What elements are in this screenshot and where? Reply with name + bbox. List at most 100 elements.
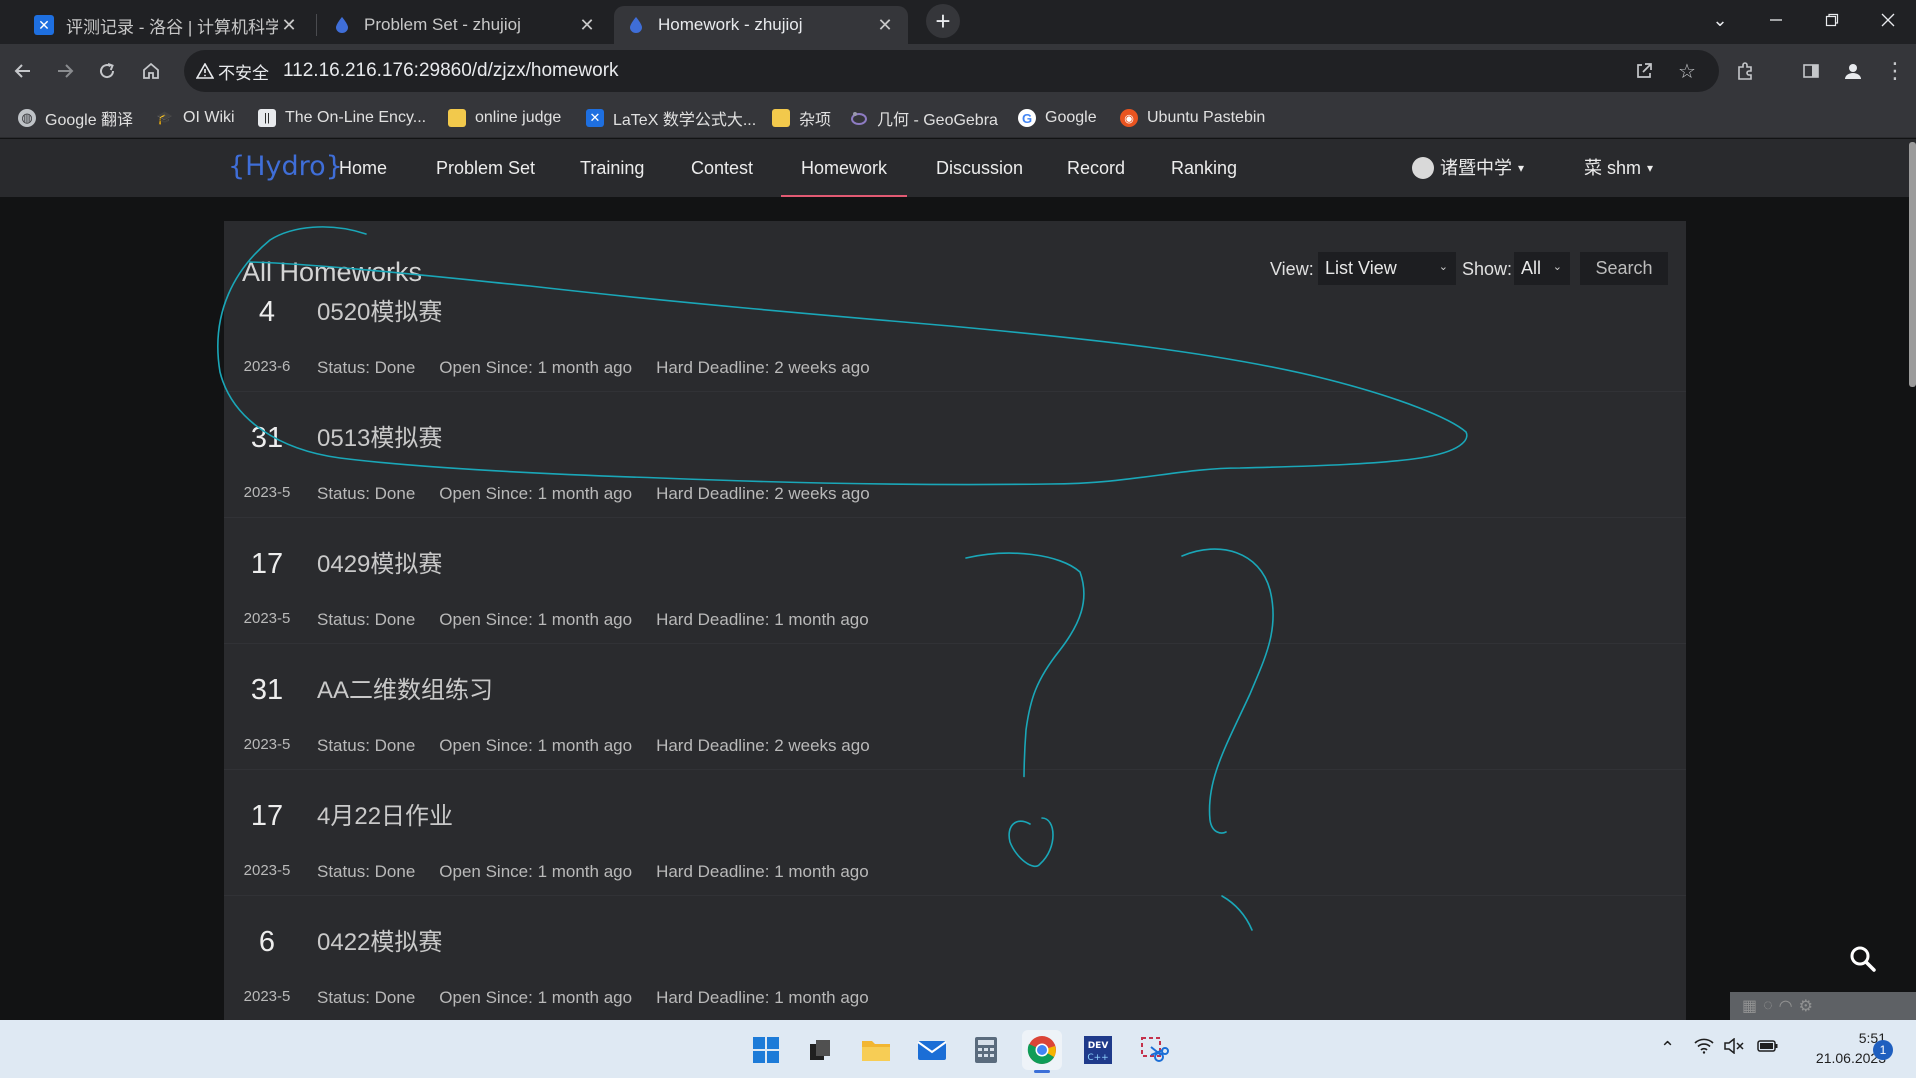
side-panel-icon[interactable] [1794, 54, 1828, 88]
ubuntu-icon: ◉ [1120, 109, 1138, 127]
homework-title-link[interactable]: 0422模拟赛 [317, 922, 442, 957]
reload-icon[interactable] [90, 54, 124, 88]
homework-list-card: All Homeworks View: List View ⌄ Show: Al… [224, 221, 1686, 1021]
close-window-icon[interactable] [1860, 0, 1916, 40]
snipping-tool-icon[interactable] [1134, 1030, 1174, 1070]
battery-icon[interactable] [1756, 1038, 1780, 1059]
bookmark-ubuntu-pastebin[interactable]: ◉ Ubuntu Pastebin [1120, 106, 1265, 130]
graduation-cap-icon: 🎓 [156, 110, 174, 125]
deadline-text: Hard Deadline: 1 month ago [656, 610, 869, 629]
globe-icon: ◍ [18, 109, 36, 127]
homework-row[interactable]: 17 2023-5 0429模拟赛 Status: Done Open Sinc… [224, 518, 1686, 644]
bookmark-folder-misc[interactable]: 杂项 [772, 106, 831, 130]
user-menu[interactable]: 菜 shm ▾ [1584, 139, 1653, 197]
url-text[interactable]: 112.16.216.176:29860/d/zjzx/homework [283, 60, 619, 82]
wifi-icon[interactable] [1694, 1038, 1714, 1059]
nav-ranking[interactable]: Ranking [1171, 139, 1237, 197]
not-secure-indicator[interactable]: 不安全 [196, 59, 269, 84]
homework-row[interactable]: 31 2023-5 0513模拟赛 Status: Done Open Sinc… [224, 392, 1686, 518]
homework-title-link[interactable]: AA二维数组练习 [317, 670, 493, 705]
chevron-down-icon: ▾ [1647, 161, 1654, 175]
bookmark-google-translate[interactable]: ◍ Google 翻译 [18, 106, 133, 130]
open-since-text: Open Since: 1 month ago [439, 610, 633, 629]
bookmark-oi-wiki[interactable]: 🎓 OI Wiki [156, 106, 235, 130]
volume-muted-icon[interactable] [1724, 1037, 1746, 1059]
ime-mode-icon[interactable]: ◌ [1763, 997, 1773, 1015]
browser-tab[interactable]: ✕ 评测记录 - 洛谷 | 计算机科学教 ✕ [22, 6, 312, 44]
back-icon[interactable] [6, 54, 40, 88]
bookmark-label: Google 翻译 [45, 112, 134, 129]
domain-switcher[interactable]: 诸暨中学 ▾ [1412, 139, 1524, 197]
browser-tab-active[interactable]: Homework - zhujioj ✕ [614, 6, 908, 44]
bookmark-geogebra[interactable]: 几何 - GeoGebra [850, 106, 998, 130]
ime-settings-icon[interactable]: ⚙ [1799, 996, 1813, 1016]
new-tab-button[interactable]: + [926, 4, 960, 38]
nav-homework[interactable]: Homework [780, 139, 908, 198]
browser-tab-strip: ✕ 评测记录 - 洛谷 | 计算机科学教 ✕ Problem Set - zhu… [0, 0, 1916, 44]
extensions-icon[interactable] [1728, 54, 1762, 88]
profile-icon[interactable] [1836, 54, 1870, 88]
calculator-icon[interactable] [966, 1030, 1006, 1070]
share-icon[interactable] [1627, 54, 1661, 88]
task-view-icon[interactable] [800, 1030, 840, 1070]
domain-avatar-icon [1412, 157, 1434, 179]
homework-meta: Status: Done Open Since: 1 month ago Har… [317, 862, 869, 882]
hydro-logo[interactable]: {Hydro} [228, 151, 343, 182]
homework-row[interactable]: 31 2023-5 AA二维数组练习 Status: Done Open Sin… [224, 644, 1686, 770]
homework-title-link[interactable]: 0513模拟赛 [317, 418, 442, 453]
ime-grid-icon[interactable]: ▦ [1742, 996, 1757, 1016]
bookmark-label: 杂项 [799, 112, 832, 129]
forward-icon[interactable] [48, 54, 82, 88]
ime-punctuation-icon[interactable]: ◠ [1779, 996, 1793, 1016]
domain-name: 诸暨中学 [1440, 158, 1512, 178]
system-clock[interactable]: 5:51 21.06.2023 [1790, 1028, 1886, 1068]
tab-title: 评测记录 - 洛谷 | 计算机科学教 [66, 17, 278, 37]
browser-tab[interactable]: Problem Set - zhujioj ✕ [320, 6, 610, 44]
homework-title-link[interactable]: 0429模拟赛 [317, 544, 442, 579]
homework-row[interactable]: 17 2023-5 4月22日作业 Status: Done Open Sinc… [224, 770, 1686, 896]
google-icon: G [1018, 109, 1036, 127]
luogu-icon: ✕ [586, 109, 604, 127]
close-tab-icon[interactable]: ✕ [278, 15, 300, 36]
search-icon[interactable] [1846, 942, 1880, 976]
bookmark-latex[interactable]: ✕ LaTeX 数学公式大... [586, 106, 756, 130]
homework-title-link[interactable]: 0520模拟赛 [317, 292, 442, 327]
nav-home[interactable]: Home [339, 139, 387, 197]
kebab-menu-icon[interactable]: ⋮ [1878, 54, 1912, 88]
bookmark-google[interactable]: G Google [1018, 106, 1097, 130]
tab-search-chevron-icon[interactable]: ⌄ [1692, 0, 1748, 40]
folder-icon [772, 109, 790, 127]
page-scrollbar[interactable] [1909, 142, 1916, 387]
address-bar[interactable]: 不安全 112.16.216.176:29860/d/zjzx/homework… [184, 50, 1719, 92]
nav-problem-set[interactable]: Problem Set [436, 139, 535, 197]
homework-row[interactable]: 6 2023-5 0422模拟赛 Status: Done Open Since… [224, 896, 1686, 1021]
open-since-text: Open Since: 1 month ago [439, 736, 633, 755]
minimize-icon[interactable] [1748, 0, 1804, 40]
open-since-text: Open Since: 1 month ago [439, 358, 633, 377]
close-tab-icon[interactable]: ✕ [576, 15, 598, 36]
ime-toolbar[interactable]: ▦ ◌ ◠ ⚙ [1730, 992, 1916, 1020]
homework-row[interactable]: 4 2023-6 0520模拟赛 Status: Done Open Since… [224, 266, 1686, 392]
bookmark-oeis[interactable]: || The On-Line Ency... [258, 106, 426, 130]
homework-title-link[interactable]: 4月22日作业 [317, 796, 453, 831]
nav-training[interactable]: Training [580, 139, 644, 197]
status-text: Status: Done [317, 736, 416, 755]
bookmark-folder-online-judge[interactable]: online judge [448, 106, 561, 130]
dev-cpp-icon[interactable]: DEV C++ [1078, 1030, 1118, 1070]
clock-date: 21.06.2023 [1815, 1050, 1886, 1066]
bookmark-star-icon[interactable]: ☆ [1670, 54, 1704, 88]
nav-contest[interactable]: Contest [691, 139, 753, 197]
notification-badge[interactable]: 1 [1873, 1040, 1893, 1060]
nav-record[interactable]: Record [1067, 139, 1125, 197]
windows-start-icon[interactable] [746, 1030, 786, 1070]
restore-icon[interactable] [1804, 0, 1860, 40]
nav-discussion[interactable]: Discussion [936, 139, 1023, 197]
home-icon[interactable] [134, 54, 168, 88]
file-explorer-icon[interactable] [856, 1030, 896, 1070]
chrome-icon[interactable] [1022, 1030, 1062, 1073]
mail-icon[interactable] [912, 1030, 952, 1070]
show-hidden-icons-chevron-icon[interactable]: ⌃ [1660, 1038, 1675, 1059]
homework-meta: Status: Done Open Since: 1 month ago Har… [317, 988, 869, 1008]
bookmark-label: online judge [475, 109, 562, 126]
close-tab-icon[interactable]: ✕ [874, 15, 896, 36]
